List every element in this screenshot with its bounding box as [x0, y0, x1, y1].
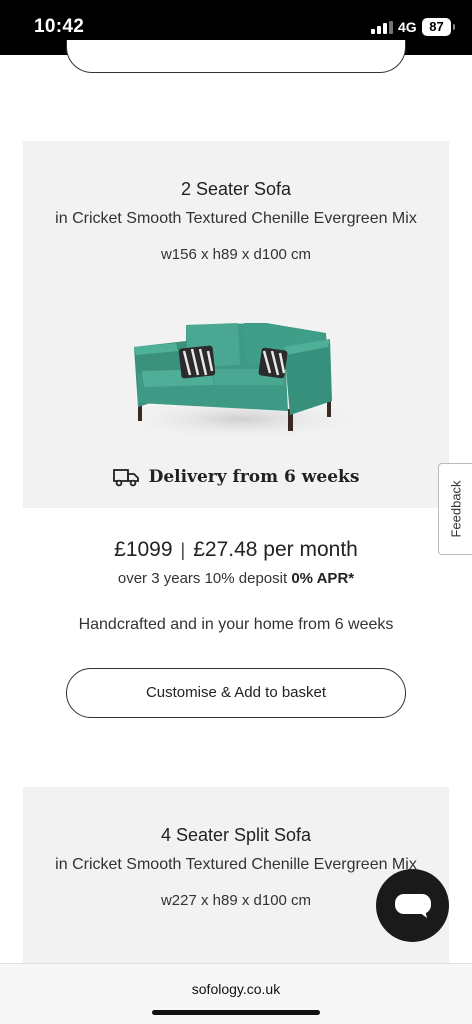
- home-indicator[interactable]: [152, 1010, 320, 1015]
- product-fabric: in Cricket Smooth Textured Chenille Ever…: [55, 856, 417, 873]
- status-time: 10:42: [34, 16, 85, 37]
- product-price: £1099: [114, 538, 173, 561]
- handcrafted-note: Handcrafted and in your home from 6 week…: [78, 616, 394, 633]
- customise-add-to-basket-button[interactable]: Customise & Add to basket: [66, 668, 406, 718]
- battery-icon: 87: [422, 18, 455, 36]
- sofa-image[interactable]: [116, 311, 366, 451]
- finance-apr: 0% APR*: [291, 570, 355, 587]
- delivery-info: Delivery from 6 weeks: [23, 467, 449, 492]
- monthly-price: £27.48 per month: [193, 538, 358, 561]
- price-row: £1099 | £27.48 per month: [0, 538, 472, 562]
- feedback-tab[interactable]: Feedback: [438, 463, 472, 555]
- product-card[interactable]: 2 Seater Sofa in Cricket Smooth Textured…: [23, 141, 449, 508]
- product-dimensions: w156 x h89 x d100 cm: [160, 246, 312, 263]
- network-label: 4G: [398, 19, 417, 35]
- feedback-label: Feedback: [448, 480, 463, 538]
- finance-prefix: over 3 years 10% deposit: [117, 570, 288, 587]
- price-separator: |: [180, 540, 186, 560]
- chat-button[interactable]: [376, 869, 449, 942]
- chat-icon: [395, 894, 431, 918]
- signal-icon: [371, 21, 393, 34]
- product-card[interactable]: 4 Seater Split Sofa in Cricket Smooth Te…: [23, 787, 449, 967]
- delivery-text: Delivery from 6 weeks: [148, 467, 360, 487]
- product-title[interactable]: 2 Seater Sofa: [23, 179, 449, 200]
- url-text[interactable]: sofology.co.uk: [0, 981, 472, 997]
- product-title[interactable]: 4 Seater Split Sofa: [23, 825, 449, 846]
- product-fabric: in Cricket Smooth Textured Chenille Ever…: [55, 210, 417, 227]
- previous-add-button[interactable]: [66, 40, 406, 73]
- browser-url-bar[interactable]: sofology.co.uk: [0, 963, 472, 1024]
- finance-terms: over 3 years 10% deposit 0% APR*: [0, 570, 472, 587]
- truck-icon: [112, 469, 139, 487]
